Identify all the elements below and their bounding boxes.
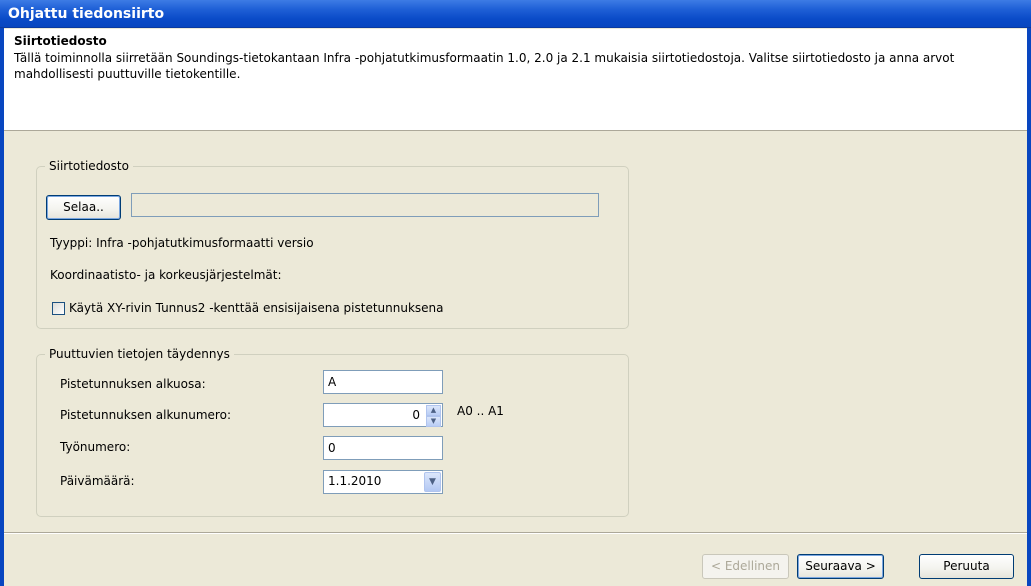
file-group-legend: Siirtotiedosto xyxy=(49,159,129,173)
range-text: A0 .. A1 xyxy=(457,404,504,418)
footer-divider xyxy=(4,532,1027,534)
missing-data-group-legend: Puuttuvien tietojen täydennys xyxy=(49,347,230,361)
prefix-input[interactable] xyxy=(323,370,443,394)
job-number-label: Työnumero: xyxy=(60,440,131,454)
start-number-stepper[interactable] xyxy=(323,403,443,427)
spin-down-icon[interactable]: ▼ xyxy=(426,416,441,427)
date-value: 1.1.2010 xyxy=(328,474,382,488)
coordinate-systems-text: Koordinaatisto- ja korkeusjärjestelmät: xyxy=(50,268,282,282)
prefix-label: Pistetunnuksen alkuosa: xyxy=(60,377,206,391)
file-path-input[interactable] xyxy=(131,193,599,217)
header-description: Tällä toiminnolla siirretään Soundings-t… xyxy=(14,51,955,81)
use-tunnus2-checkbox[interactable] xyxy=(52,302,65,315)
window-title: Ohjattu tiedonsiirto xyxy=(8,6,165,22)
start-number-label: Pistetunnuksen alkunumero: xyxy=(60,408,231,422)
browse-button[interactable]: Selaa.. xyxy=(46,195,121,220)
chevron-down-icon[interactable]: ▼ xyxy=(424,472,441,492)
job-number-input[interactable] xyxy=(323,436,443,460)
wizard-window: Ohjattu tiedonsiirto Siirtotiedosto Täll… xyxy=(0,0,1031,586)
next-button[interactable]: Seuraava > xyxy=(797,554,884,579)
title-bar: Ohjattu tiedonsiirto xyxy=(0,0,1031,28)
date-label: Päivämäärä: xyxy=(60,474,135,488)
use-tunnus2-label: Käytä XY-rivin Tunnus2 -kenttää ensisija… xyxy=(69,301,444,315)
cancel-button[interactable]: Peruuta xyxy=(919,554,1014,579)
header-title: Siirtotiedosto xyxy=(14,34,107,48)
window-border-right xyxy=(1027,28,1031,586)
file-type-text: Tyyppi: Infra -pohjatutkimusformaatti ve… xyxy=(50,236,314,250)
back-button[interactable]: < Edellinen xyxy=(702,554,789,579)
spin-up-icon[interactable]: ▲ xyxy=(426,405,441,416)
wizard-header: Siirtotiedosto Tällä toiminnolla siirret… xyxy=(4,29,1027,131)
